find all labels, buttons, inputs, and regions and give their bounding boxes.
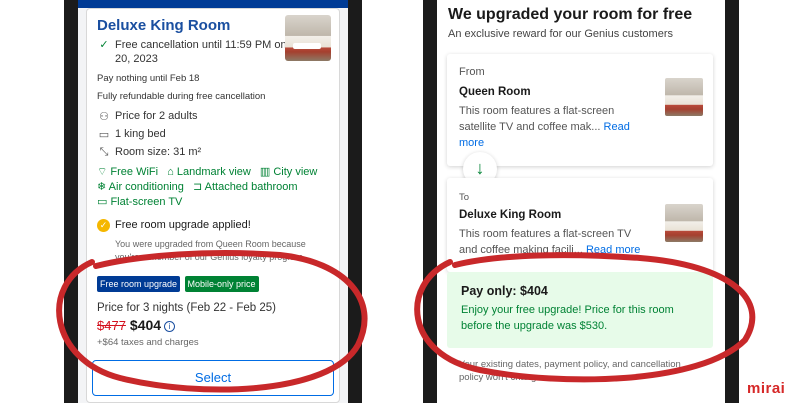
info-icon[interactable]: i <box>164 321 176 332</box>
price-row: $477 $404 i <box>97 317 329 335</box>
badges: Free room upgrade Mobile-only price <box>97 274 329 292</box>
amenity-label: Landmark view <box>176 166 251 178</box>
occupancy-text: Price for 2 adults <box>115 110 198 122</box>
policy-note: Your existing dates, payment policy, and… <box>459 359 681 383</box>
read-more-link[interactable]: Read more <box>586 244 640 256</box>
from-room-desc: This room features a flat-screen satelli… <box>459 103 639 151</box>
refundable-note: Fully refundable during free cancellatio… <box>97 91 266 102</box>
amenity-bathroom: ⊐ Attached bathroom <box>192 181 298 193</box>
price-nights: Price for 3 nights (Feb 22 - Feb 25) <box>97 302 276 314</box>
bed-icon: ▭ <box>98 129 110 141</box>
amenity-ac: ❄ Air conditioning <box>97 181 184 193</box>
check-icon: ✓ <box>99 39 109 51</box>
taxes-note: +$64 taxes and charges <box>97 337 199 348</box>
amenity-label: Flat-screen TV <box>110 196 183 208</box>
check-circle-icon: ✓ <box>97 219 110 232</box>
occupancy: ⚇ Price for 2 adults <box>97 110 329 123</box>
amenity-label: City view <box>273 166 318 178</box>
free-cancellation-text: Free cancellation until 11:59 PM on Feb … <box>115 39 309 65</box>
pay-only-text: Enjoy your free upgrade! Price for this … <box>461 304 674 332</box>
header-bar <box>78 0 348 8</box>
to-room-card: To Deluxe King Room This room features a… <box>447 178 713 272</box>
price-final: $404 <box>129 317 162 333</box>
mirai-logo: mirai <box>747 380 786 397</box>
bed-type: ▭ 1 king bed <box>97 128 329 141</box>
amenity-tv: ▭ Flat-screen TV <box>97 196 183 208</box>
upgrade-applied: ✓ Free room upgrade applied! <box>97 219 329 232</box>
to-room-photo <box>665 204 703 242</box>
room-size: ⤡ Room size: 31 m² <box>97 146 329 159</box>
left-screen: Deluxe King Room ✓ Free cancellation unt… <box>78 0 348 403</box>
size-icon: ⤡ <box>99 146 109 158</box>
badge-free-upgrade: Free room upgrade <box>97 276 181 292</box>
from-desc-text: This room features a flat-screen satelli… <box>459 105 615 133</box>
amenity-label: Attached bathroom <box>204 181 298 193</box>
upgrade-title: We upgraded your room for free <box>448 6 693 23</box>
amenity-wifi: ⌔ Free WiFi <box>97 166 159 178</box>
pay-nothing: Pay nothing until Feb 18 <box>97 73 200 84</box>
amenity-city: ▥ City view <box>259 166 318 178</box>
people-icon: ⚇ <box>99 111 109 123</box>
amenities-list: ⌔ Free WiFi ⌂ Landmark view ▥ City view … <box>97 165 329 210</box>
free-cancellation: ✓ Free cancellation until 11:59 PM on Fe… <box>97 38 309 66</box>
pay-only-box: Pay only: $404 Enjoy your free upgrade! … <box>447 272 713 348</box>
amenity-label: Free WiFi <box>110 166 159 178</box>
from-room-photo <box>665 78 703 116</box>
room-size-text: Room size: 31 m² <box>115 146 202 158</box>
from-room-card: From Queen Room This room features a fla… <box>447 54 713 166</box>
to-room-desc: This room features a flat-screen TV and … <box>459 226 645 258</box>
upgrade-note: You were upgraded from Queen Room becaus… <box>115 239 306 262</box>
amenity-landmark: ⌂ Landmark view <box>167 166 251 178</box>
price-original: $477 <box>97 318 126 333</box>
from-label: From <box>459 66 485 78</box>
right-screen: We upgraded your room for free An exclus… <box>437 0 725 403</box>
upgrade-applied-text: Free room upgrade applied! <box>115 219 251 231</box>
upgrade-subtitle: An exclusive reward for our Genius custo… <box>448 28 673 40</box>
pay-only-title: Pay only: $404 <box>461 284 548 298</box>
left-phone-frame: Deluxe King Room ✓ Free cancellation unt… <box>64 0 362 403</box>
bed-text: 1 king bed <box>115 128 166 140</box>
amenity-label: Air conditioning <box>108 181 184 193</box>
room-card: Deluxe King Room ✓ Free cancellation unt… <box>86 8 340 403</box>
room-photo[interactable] <box>285 15 331 61</box>
to-label: To <box>459 192 470 203</box>
select-button[interactable]: Select <box>92 360 334 396</box>
badge-mobile-price: Mobile-only price <box>184 276 259 292</box>
right-phone-frame: We upgraded your room for free An exclus… <box>423 0 739 403</box>
